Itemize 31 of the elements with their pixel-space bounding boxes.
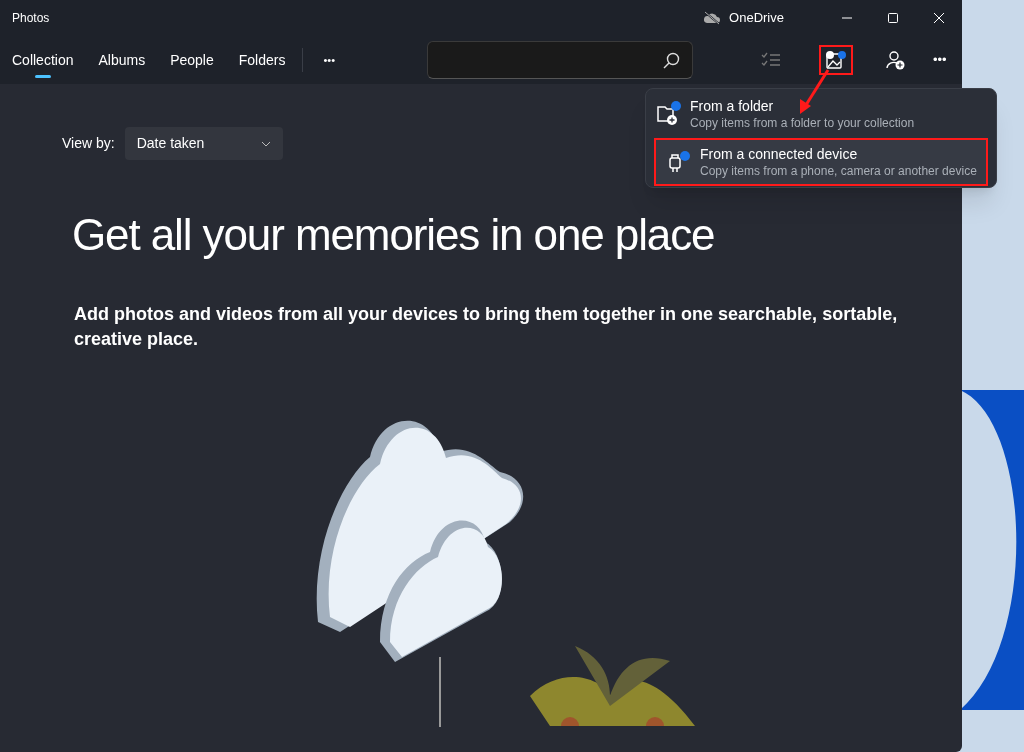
nav-tab[interactable]: Albums [98,36,146,84]
menu-item-title: From a folder [690,97,775,115]
cloud-off-icon [703,11,722,25]
checklist-icon [761,52,781,68]
more-options-button[interactable]: ••• [925,50,955,70]
menu-item-subtitle: Copy items from a phone, camera or another device [700,163,977,179]
menu-item-title: From a connected device [700,145,859,163]
nav-tab[interactable]: Collection [12,36,74,84]
image-add-icon [825,50,847,70]
menu-item[interactable]: From a folder Copy items from a folder to your collection [646,90,996,138]
annotation-arrow [798,69,830,115]
search-icon [663,51,680,69]
headline: Get all your memories in one place [72,209,716,261]
description-text: Add photos and videos from all your devices to bring them together in one searchable, sortable, creative place. [74,303,899,351]
onedrive-label: OneDrive [729,9,784,28]
folder-add-icon [656,101,682,127]
nav-tab[interactable]: People [170,36,214,84]
more-tabs-button[interactable]: ••• [319,51,339,69]
view-by-dropdown[interactable]: Date taken [124,127,283,160]
person-add-icon [886,50,906,70]
nav-tab[interactable]: Folders [238,36,286,84]
view-by-label: View by: [62,134,115,153]
plug-icon [666,149,692,175]
menu-item-subtitle: Copy items from a folder to your collection [690,115,915,131]
maximize-icon [888,13,898,23]
window-title: Photos [12,10,50,27]
import-button[interactable] [819,45,853,75]
close-icon [934,13,944,23]
chevron-down-icon [260,140,271,147]
search-field[interactable] [427,41,693,79]
menu-item[interactable]: From a connected device Copy items from a phone, camera or another device [654,138,988,186]
